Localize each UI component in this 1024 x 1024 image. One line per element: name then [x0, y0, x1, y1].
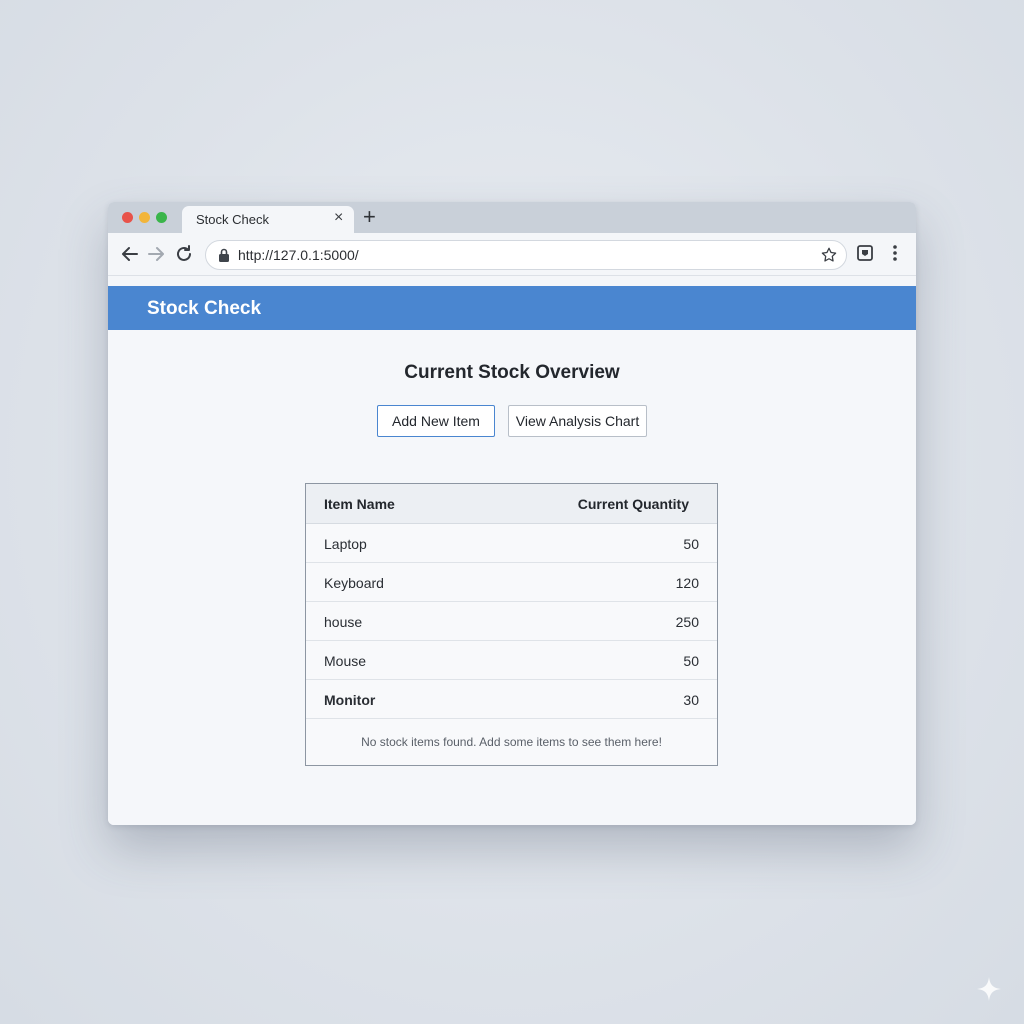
tab-close-icon[interactable]: × — [334, 209, 343, 227]
add-new-item-button[interactable]: Add New Item — [377, 405, 495, 437]
url-input[interactable] — [238, 247, 798, 263]
view-analysis-chart-button[interactable]: View Analysis Chart — [508, 405, 647, 437]
reload-icon[interactable] — [172, 242, 196, 266]
page-title: Current Stock Overview — [404, 362, 620, 383]
item-quantity: 50 — [683, 536, 699, 552]
minimize-window-button[interactable] — [139, 212, 150, 223]
empty-state-row: No stock items found. Add some items to … — [306, 719, 717, 765]
lock-icon — [219, 248, 229, 262]
item-name: Monitor — [324, 692, 376, 708]
browser-tab[interactable]: Stock Check × — [182, 206, 354, 233]
table-header: Item Name Current Quantity — [306, 484, 717, 524]
forward-arrow-icon[interactable] — [144, 242, 168, 266]
stock-table: Item Name Current Quantity Laptop 50 Key… — [305, 483, 718, 766]
browser-window: Stock Check × + http://127.0.1:5000/ Sto… — [108, 202, 916, 825]
app-title: Stock Check — [147, 298, 262, 319]
item-quantity: 120 — [675, 575, 699, 591]
empty-state-message: No stock items found. Add some items to … — [361, 735, 662, 749]
address-bar[interactable] — [205, 240, 847, 270]
table-row: Keyboard 120 — [306, 563, 717, 602]
extension-icon[interactable] — [856, 244, 874, 262]
browser-toolbar — [108, 233, 916, 276]
table-row: house 250 — [306, 602, 717, 641]
item-name: Mouse — [324, 653, 367, 669]
new-tab-icon[interactable]: + — [363, 204, 376, 230]
header-current-quantity: Current Quantity — [577, 496, 689, 512]
table-row: Mouse 50 — [306, 641, 717, 680]
item-name: Keyboard — [324, 575, 384, 591]
item-name: house — [324, 614, 363, 630]
bookmark-star-icon[interactable] — [820, 246, 838, 264]
sparkle-icon — [977, 977, 1001, 1001]
maximize-window-button[interactable] — [156, 212, 167, 223]
table-row: Monitor 30 — [306, 680, 717, 719]
item-quantity: 50 — [683, 653, 699, 669]
table-row: Laptop 50 — [306, 524, 717, 563]
item-quantity: 30 — [683, 692, 699, 708]
item-quantity: 250 — [675, 614, 699, 630]
header-item-name: Item Name — [324, 496, 395, 512]
back-arrow-icon[interactable] — [118, 242, 142, 266]
more-menu-icon[interactable] — [888, 243, 902, 263]
tab-strip: Stock Check × + — [108, 202, 916, 233]
item-name: Laptop — [324, 536, 367, 552]
main-content: Current Stock Overview Add New Item View… — [108, 330, 916, 825]
close-window-button[interactable] — [122, 212, 133, 223]
tab-title: Stock Check — [196, 212, 269, 227]
app-header: Stock Check — [108, 286, 916, 330]
